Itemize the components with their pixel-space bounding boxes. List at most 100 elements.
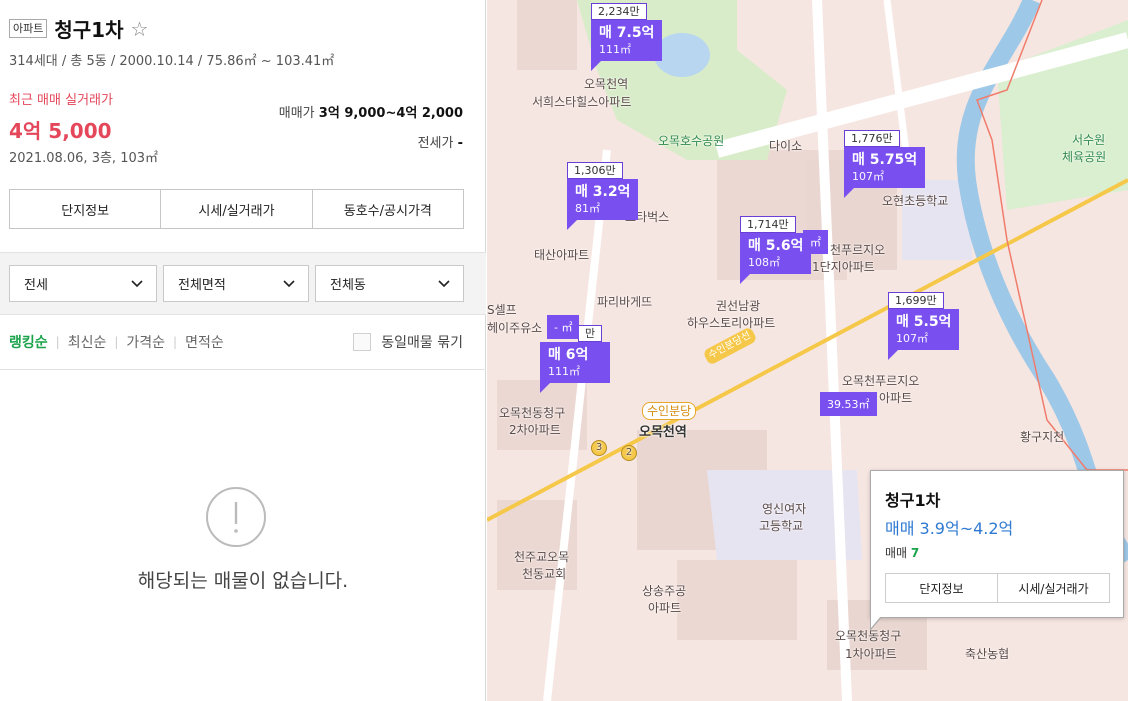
- map-label: 1단지아파트: [812, 260, 875, 274]
- map-label: 태산아파트: [534, 248, 590, 262]
- marker-price: 매 5.6억: [748, 238, 804, 254]
- map-label: 축산농협: [965, 647, 1010, 661]
- marker-unit-price: 2,234만: [591, 3, 647, 20]
- map-label: 오목천동청구: [499, 406, 566, 420]
- map-label: 오목천푸르지오: [842, 374, 920, 388]
- popup-count-value: 7: [910, 546, 920, 560]
- price-marker[interactable]: 1,714만 매 5.6억 108㎡: [740, 213, 812, 284]
- station-label: 오목천역: [639, 425, 687, 440]
- recent-trade-label: 최근 매매 실거래가: [9, 93, 113, 108]
- popup-title: 청구1차: [885, 491, 941, 510]
- sort-price[interactable]: 가격순: [126, 332, 165, 352]
- group-label: 동일매물 묶기: [381, 335, 463, 351]
- group-same-listings[interactable]: 동일매물 묶기: [353, 332, 463, 352]
- marker-body: 매 5.6억 108㎡: [740, 233, 812, 274]
- complex-meta: 314세대 / 총 5동 / 2000.10.14 / 75.86㎡ ~ 103…: [9, 54, 335, 69]
- marker-area: 108㎡: [748, 256, 780, 269]
- building-value: 전체동: [330, 278, 366, 293]
- empty-message: 해당되는 매물이 없습니다.: [137, 570, 349, 592]
- price-marker[interactable]: 1,776만 매 5.75억 107㎡: [844, 127, 926, 198]
- map-label: 파리바게뜨: [597, 295, 653, 309]
- sort-separator: |: [114, 335, 119, 349]
- map-label: 상송주공: [642, 584, 687, 598]
- map-label: 영신여자: [762, 502, 807, 516]
- marker-area: 111㎡: [548, 365, 580, 378]
- map-label: 아파트: [648, 601, 682, 615]
- price-marker[interactable]: 1,699만 매 5.5억 107㎡: [888, 289, 960, 360]
- marker-price: 매 5.75억: [852, 152, 918, 168]
- marker-body: 매 3.2억 81㎡: [567, 179, 639, 220]
- sale-price-range: 매매가 3억 9,000~4억 2,000: [279, 102, 463, 121]
- station-badge: 수인분당: [642, 402, 697, 420]
- small-price-marker[interactable]: 39.53㎡: [820, 392, 877, 416]
- sort-area[interactable]: 면적순: [185, 332, 224, 352]
- sale-price-value: 3억 9,000~4억 2,000: [318, 106, 463, 121]
- area-select[interactable]: 전체면적: [163, 265, 309, 302]
- map-label: 아파트: [879, 391, 913, 405]
- marker-area: 81㎡: [575, 202, 600, 215]
- marker-tail: [844, 188, 854, 198]
- area-value: 전체면적: [178, 278, 226, 293]
- marker-tail: [888, 350, 898, 360]
- marker-tail: [567, 220, 577, 230]
- marker-unit-price: 1,306만: [567, 162, 623, 179]
- complex-popup: 청구1차 매매 3.9억~4.2억 매매 7 단지정보 시세/실거래가: [870, 470, 1124, 618]
- exclamation-circle-icon: [206, 487, 266, 547]
- map-label: 고등학교: [759, 519, 804, 533]
- map-label: 오목호수공원: [658, 134, 725, 148]
- price-marker[interactable]: 2,234만 매 7.5억 111㎡: [591, 0, 663, 71]
- marker-body: 매 6억 111㎡: [540, 342, 610, 383]
- complex-header: 아파트 청구1차 ☆: [9, 14, 148, 43]
- map-label: 서희스타힐스아파트: [532, 95, 632, 109]
- map-label: 서수원: [1072, 133, 1106, 147]
- sort-latest[interactable]: 최신순: [68, 332, 107, 352]
- marker-tail: [740, 274, 750, 284]
- tab-unit-official-price[interactable]: 동호수/공시가격: [313, 190, 463, 228]
- map-label: 1차아파트: [845, 647, 897, 661]
- map-label: 헤이주유소: [487, 321, 543, 335]
- list-divider: [0, 369, 486, 370]
- marker-body: 매 5.5억 107㎡: [888, 309, 960, 350]
- tab-complex-info[interactable]: 단지정보: [10, 190, 162, 228]
- sort-ranking[interactable]: 랭킹순: [9, 332, 48, 352]
- group-checkbox[interactable]: [353, 333, 372, 351]
- tab-price-history[interactable]: 시세/실거래가: [161, 190, 313, 228]
- map-label: 오목천동청구: [835, 629, 902, 643]
- jeonse-price: 전세가 -: [418, 132, 463, 151]
- marker-price: 매 6억: [548, 347, 589, 363]
- map-label: 오목천역: [584, 77, 629, 91]
- popup-complex-info-button[interactable]: 단지정보: [886, 574, 998, 602]
- trade-type-select[interactable]: 전세: [9, 265, 157, 302]
- sort-separator: |: [173, 335, 178, 349]
- marker-unit-price: 1,699만: [888, 292, 944, 309]
- map-label: 다이소: [769, 139, 803, 153]
- marker-area: 111㎡: [599, 43, 631, 56]
- jeonse-value: -: [457, 136, 463, 151]
- marker-price: 매 7.5억: [599, 25, 655, 41]
- sort-options: 랭킹순 | 최신순 | 가격순 | 면적순: [9, 332, 224, 352]
- trade-type-value: 전세: [24, 278, 48, 293]
- sale-price-label: 매매가: [278, 106, 315, 121]
- popup-count: 매매 7: [885, 544, 919, 561]
- map-label: 천동교회: [522, 567, 567, 581]
- marker-unit-price: 1,714만: [740, 216, 796, 233]
- building-select[interactable]: 전체동: [315, 265, 464, 302]
- detail-tabs: 단지정보 시세/실거래가 동호수/공시가격: [9, 189, 464, 229]
- popup-buttons: 단지정보 시세/실거래가: [885, 573, 1110, 603]
- map-label: 하우스토리아파트: [687, 316, 776, 330]
- favorite-star-icon[interactable]: ☆: [131, 17, 149, 41]
- map-label: 천주교오목: [514, 550, 570, 564]
- type-badge: 아파트: [9, 19, 48, 38]
- map-label: S셀프: [487, 303, 517, 317]
- price-marker[interactable]: 1,306만 매 3.2억 81㎡: [567, 159, 639, 230]
- sort-separator: |: [55, 335, 60, 349]
- marker-area: 107㎡: [896, 332, 928, 345]
- marker-area: 107㎡: [852, 170, 884, 183]
- popup-price-history-button[interactable]: 시세/실거래가: [998, 574, 1109, 602]
- marker-tail: [540, 383, 550, 393]
- complex-panel: 아파트 청구1차 ☆ 314세대 / 총 5동 / 2000.10.14 / 7…: [0, 0, 486, 701]
- marker-price: 매 5.5억: [896, 314, 952, 330]
- chevron-down-icon: [438, 280, 450, 288]
- chevron-down-icon: [283, 280, 295, 288]
- small-price-marker[interactable]: - ㎡: [547, 315, 580, 339]
